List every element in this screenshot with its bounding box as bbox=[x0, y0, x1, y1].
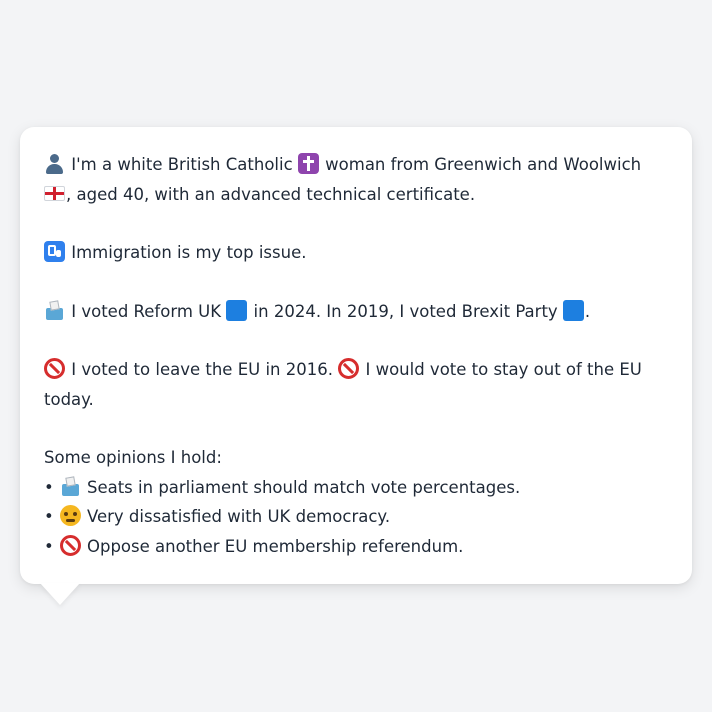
votes-text-1: I voted Reform UK bbox=[66, 301, 227, 321]
prohibited-icon bbox=[338, 358, 360, 379]
bullet: • bbox=[44, 477, 54, 497]
votes-paragraph: I voted Reform UK in 2024. In 2019, I vo… bbox=[44, 297, 668, 327]
top-issue-paragraph: Immigration is my top issue. bbox=[44, 238, 668, 268]
bullet: • bbox=[44, 507, 54, 526]
intro-paragraph: I'm a white British Catholic woman from … bbox=[44, 150, 668, 209]
page: I'm a white British Catholic woman from … bbox=[0, 0, 712, 712]
list-item: • Seats in parliament should match vote … bbox=[44, 473, 668, 503]
opinion-text: Seats in parliament should match vote pe… bbox=[81, 477, 521, 497]
passport-control-icon bbox=[44, 241, 65, 262]
speech-bubble-tail bbox=[40, 583, 80, 605]
intro-text-2: woman from Greenwich and Woolwich bbox=[319, 155, 642, 174]
england-flag-icon bbox=[44, 185, 65, 201]
angry-face-icon bbox=[59, 505, 81, 526]
intro-text-1: I'm a white British Catholic bbox=[66, 155, 298, 174]
top-issue-text: Immigration is my top issue. bbox=[66, 243, 307, 262]
latin-cross-icon bbox=[297, 153, 319, 174]
person-icon bbox=[44, 153, 65, 174]
eu-text-1: I voted to leave the EU in 2016. bbox=[66, 360, 339, 379]
opinions-heading: Some opinions I hold: bbox=[44, 448, 222, 467]
ballot-box-icon bbox=[60, 476, 81, 497]
eu-paragraph: I voted to leave the EU in 2016. I would… bbox=[44, 355, 668, 414]
prohibited-icon bbox=[44, 358, 65, 379]
blue-square-icon bbox=[562, 299, 584, 321]
votes-text-2: in 2024. In 2019, I voted Brexit Party bbox=[248, 301, 563, 321]
bullet: • bbox=[44, 536, 54, 556]
votes-text-3: . bbox=[584, 301, 591, 321]
opinion-text: Very dissatisfied with UK democracy. bbox=[81, 507, 391, 526]
list-item: • Very dissatisfied with UK democracy. bbox=[44, 502, 668, 532]
ballot-box-icon bbox=[44, 300, 65, 321]
blue-square-icon bbox=[226, 299, 248, 321]
opinion-text: Oppose another EU membership referendum. bbox=[81, 536, 464, 556]
intro-text-3: , aged 40, with an advanced technical ce… bbox=[66, 184, 476, 204]
list-item: • Oppose another EU membership referendu… bbox=[44, 532, 668, 562]
prohibited-icon bbox=[59, 534, 81, 556]
speech-bubble: I'm a white British Catholic woman from … bbox=[20, 127, 692, 584]
opinions-list: • Seats in parliament should match vote … bbox=[44, 473, 668, 562]
